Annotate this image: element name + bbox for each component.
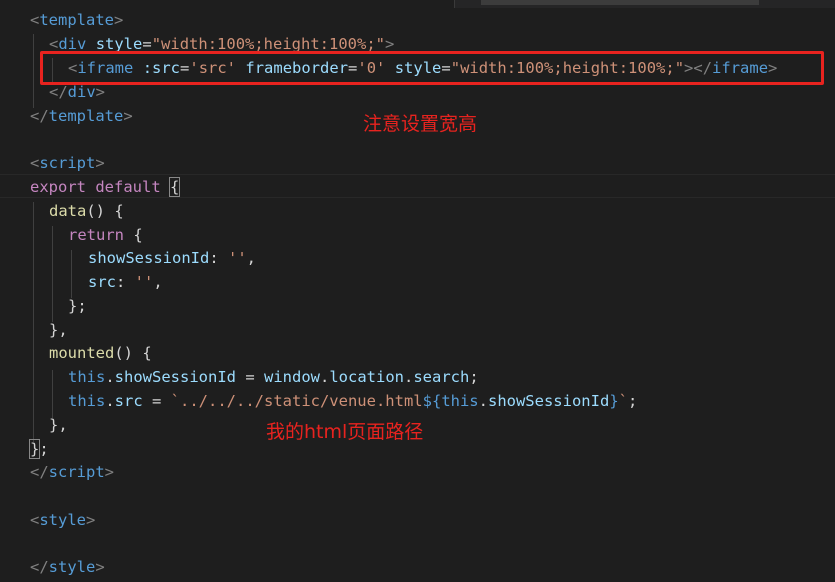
indent-guide [33,34,34,108]
indent-guide [52,226,53,322]
code-line-20: </script> [30,463,115,481]
code-line-19: }; [28,439,49,459]
iframe-highlight-box [40,51,824,85]
code-line-24: </style> [30,558,105,576]
indent-guide [71,250,72,298]
code-line-12: src: '', [88,273,163,291]
code-line-11: showSessionId: '', [88,249,257,267]
editor-overlay-strip [454,0,835,8]
annotation-set-size: 注意设置宽高 [363,113,478,135]
annotation-html-path: 我的html页面路径 [266,421,424,443]
code-line-10: return { [68,226,143,244]
indent-guide [52,370,53,418]
code-line-15: mounted() { [49,344,152,362]
code-line-5: </template> [30,107,133,125]
code-line-9: data() { [49,202,124,220]
code-line-22: <style> [30,511,96,529]
code-line-8: export default { [0,174,835,198]
indent-guide [33,202,34,442]
code-line-18: }, [49,416,68,434]
code-line-14: }, [49,321,68,339]
code-line-17: this.src = `../../../static/venue.html${… [68,392,638,410]
code-line-16: this.showSessionId = window.location.sea… [68,368,479,386]
code-line-1: <template> [30,11,124,29]
code-line-7: <script> [30,154,105,172]
code-editor[interactable]: <template> <div style="width:100%;height… [0,0,835,582]
code-line-13: }; [68,297,87,315]
